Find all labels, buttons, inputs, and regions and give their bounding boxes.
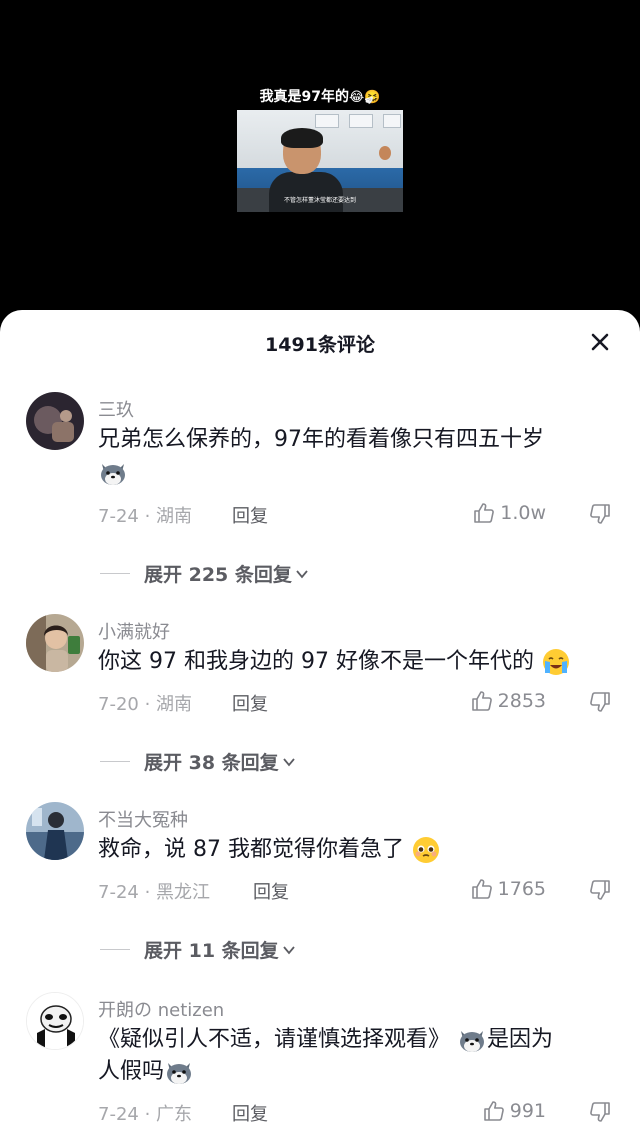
comment-text-body-line2: 人假吗 bbox=[98, 1059, 165, 1084]
comment-text-body: 《疑似引人不适，请谨慎选择观看》 bbox=[98, 1027, 451, 1052]
comment-text: 救命，说 87 我都觉得你着急了 bbox=[98, 834, 618, 866]
avatar[interactable] bbox=[26, 614, 84, 672]
avatar[interactable] bbox=[26, 992, 84, 1050]
comment-text-body: 你这 97 和我身边的 97 好像不是一个年代的 bbox=[98, 649, 534, 674]
thumbs-down-icon[interactable] bbox=[588, 878, 612, 902]
expand-replies-button[interactable]: 展开 225 条回复 bbox=[100, 560, 310, 587]
comment-text-body-cont: 是因为 bbox=[487, 1027, 554, 1052]
caption-emojis: 😂🤧 bbox=[349, 90, 381, 105]
video-caption: 我真是97年的😂🤧 bbox=[0, 86, 640, 106]
reply-button[interactable]: 回复 bbox=[232, 502, 268, 528]
thumbs-up-icon bbox=[471, 691, 492, 711]
reply-button[interactable]: 回复 bbox=[253, 878, 289, 904]
thumbs-down-icon[interactable] bbox=[588, 502, 612, 526]
thumbs-up-icon bbox=[474, 503, 495, 523]
husky-emoji-icon bbox=[460, 1031, 485, 1052]
username[interactable]: 开朗の netizen bbox=[98, 996, 224, 1022]
username[interactable]: 不当大冤种 bbox=[98, 806, 188, 832]
comment-text: 你这 97 和我身边的 97 好像不是一个年代的 bbox=[98, 646, 618, 678]
avatar[interactable] bbox=[26, 802, 84, 860]
video-subtitle: 不管怎样董沐莹都还要达到 bbox=[283, 197, 356, 204]
chevron-down-icon bbox=[282, 945, 295, 954]
like-count: 1.0w bbox=[500, 502, 546, 524]
like-button[interactable]: 1765 bbox=[470, 877, 546, 901]
expand-replies-label: 展开 225 条回复 bbox=[144, 564, 292, 586]
husky-emoji-icon bbox=[101, 464, 125, 485]
like-button[interactable]: 991 bbox=[482, 1099, 546, 1123]
comment-date-location: 7-24 · 黑龙江 bbox=[98, 882, 211, 903]
username[interactable]: 小满就好 bbox=[98, 618, 170, 644]
comment-count-title: 1491条评论 bbox=[265, 334, 375, 356]
comment-text-body: 兄弟怎么保养的，97年的看着像只有四五十岁 bbox=[98, 427, 544, 452]
like-count: 991 bbox=[509, 1100, 546, 1122]
close-icon[interactable] bbox=[588, 330, 612, 354]
reply-button[interactable]: 回复 bbox=[232, 690, 268, 716]
expand-replies-label: 展开 11 条回复 bbox=[144, 940, 279, 962]
chevron-down-icon bbox=[282, 757, 295, 766]
thumbs-up-icon bbox=[483, 1101, 504, 1121]
comment-date-location: 7-20 · 湖南 bbox=[98, 694, 193, 715]
avatar[interactable] bbox=[26, 392, 84, 450]
crying-emoji-icon bbox=[542, 649, 569, 675]
comment-text: 《疑似引人不适，请谨慎选择观看》 是因为 人假吗 bbox=[98, 1024, 618, 1088]
like-button[interactable]: 1.0w bbox=[472, 501, 546, 525]
like-count: 2853 bbox=[497, 690, 546, 712]
comment-text: 兄弟怎么保养的，97年的看着像只有四五十岁 bbox=[98, 424, 618, 488]
pleading-emoji-icon bbox=[412, 837, 439, 863]
expand-replies-button[interactable]: 展开 38 条回复 bbox=[100, 748, 297, 775]
video-thumbnail[interactable]: 不管怎样董沐莹都还要达到 bbox=[237, 110, 403, 212]
like-count: 1765 bbox=[497, 878, 546, 900]
username[interactable]: 三玖 bbox=[98, 396, 134, 422]
expand-replies-label: 展开 38 条回复 bbox=[144, 752, 279, 774]
husky-emoji-icon bbox=[167, 1063, 192, 1084]
comment-sheet: 1491条评论 三玖 兄弟怎么保养的，97年的看着像只有四五十岁 7-24 · bbox=[0, 310, 640, 1137]
chevron-down-icon bbox=[296, 569, 308, 578]
thumbs-down-icon[interactable] bbox=[588, 1100, 612, 1124]
comment-date-location: 7-24 · 湖南 bbox=[98, 506, 193, 527]
comment-date-location: 7-24 · 广东 bbox=[98, 1104, 193, 1125]
reply-button[interactable]: 回复 bbox=[232, 1100, 268, 1126]
thumbs-down-icon[interactable] bbox=[588, 690, 612, 714]
video-player[interactable]: 我真是97年的😂🤧 不管怎样董沐莹都还要达到 bbox=[0, 0, 640, 330]
comment-text-body: 救命，说 87 我都觉得你着急了 bbox=[98, 837, 404, 862]
like-button[interactable]: 2853 bbox=[470, 689, 546, 713]
video-caption-text: 我真是97年的 bbox=[259, 89, 350, 105]
thumbs-up-icon bbox=[471, 879, 492, 899]
expand-replies-button[interactable]: 展开 11 条回复 bbox=[100, 936, 297, 963]
